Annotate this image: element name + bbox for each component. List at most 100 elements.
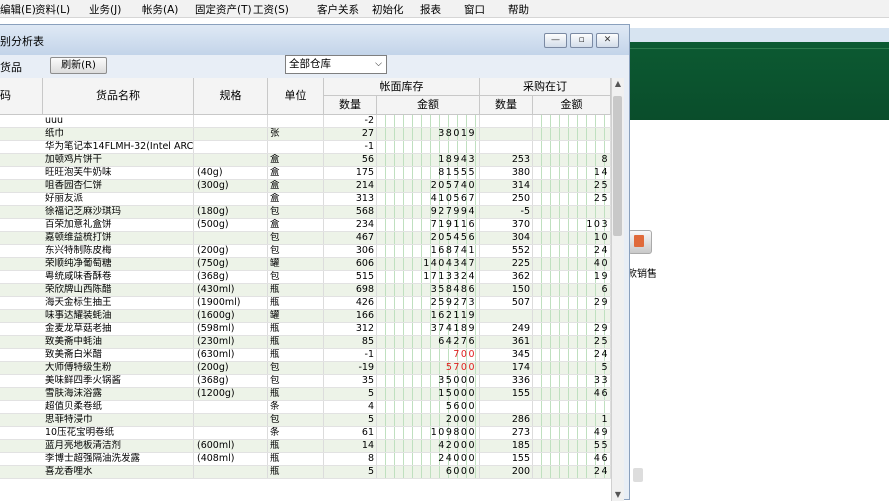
spec-cell: (598ml) xyxy=(194,323,268,335)
menu-initialize[interactable]: 初始化 xyxy=(372,2,404,17)
item-name-cell: 致美斋中蚝油 xyxy=(43,336,194,348)
purchase-qty-cell xyxy=(480,401,533,413)
spec-cell: (230ml) xyxy=(194,336,268,348)
stock-qty-cell: 27 xyxy=(324,128,377,140)
menu-business[interactable]: 业务(J) xyxy=(89,2,121,17)
purchase-amount-cell xyxy=(533,141,611,153)
warehouse-select[interactable]: 全部仓库 ⌵ xyxy=(285,55,387,74)
refresh-button[interactable]: 刷新(R) xyxy=(50,57,107,74)
table-row[interactable]: 致美斋白米醋 (630ml) 瓶 -1 700 345 24 xyxy=(0,349,611,362)
purchase-qty-cell: 361 xyxy=(480,336,533,348)
menu-payroll[interactable]: 工资(S) xyxy=(253,2,289,17)
menu-inventory[interactable]: 帐务(A) xyxy=(142,2,178,17)
table-row[interactable]: 荣顺纯净葡萄糖 (750g) 罐 606 1404347 225 40 xyxy=(0,258,611,271)
desktop-icon-label[interactable]: 款销售 xyxy=(627,265,657,280)
stock-qty-cell: 35 xyxy=(324,375,377,387)
table-row[interactable]: 大师傅特级生粉 (200g) 包 -19 5700 174 5 xyxy=(0,362,611,375)
unit-cell: 张 xyxy=(268,128,324,140)
table-row[interactable]: 粤统咸味香酥卷 (368g) 包 515 1713324 362 19 xyxy=(0,271,611,284)
spec-cell xyxy=(194,141,268,153)
purchase-qty-cell: 155 xyxy=(480,388,533,400)
vertical-scrollbar[interactable]: ▲ ▼ xyxy=(611,78,624,501)
table-row[interactable]: 蓝月亮地板清洁剂 (600ml) 瓶 14 42000 185 55 xyxy=(0,440,611,453)
menu-window[interactable]: 窗口 xyxy=(464,2,485,17)
stock-qty-cell: 85 xyxy=(324,336,377,348)
item-name-cell: 荣顺纯净葡萄糖 xyxy=(43,258,194,270)
minimize-button[interactable]: — xyxy=(544,33,567,48)
col-purchase-qty[interactable]: 数量 xyxy=(480,96,533,114)
unit-cell xyxy=(268,141,324,153)
purchase-amount-cell: 14 xyxy=(533,167,611,179)
table-row[interactable]: 好丽友派 盒 313 410567 250 25 xyxy=(0,193,611,206)
col-name[interactable]: 货品名称 xyxy=(43,78,194,114)
table-row[interactable]: 纸巾 张 27 38019 xyxy=(0,128,611,141)
table-row[interactable]: 东兴特制陈皮梅 (200g) 包 306 168741 552 24 xyxy=(0,245,611,258)
purchase-qty-cell xyxy=(480,141,533,153)
stock-amount-cell: 42000 xyxy=(377,440,480,452)
sales-app-icon[interactable] xyxy=(628,230,652,254)
table-row[interactable]: 思菲特浸巾 包 5 2000 286 1 xyxy=(0,414,611,427)
purchase-amount-cell: 24 xyxy=(533,349,611,361)
col-amount[interactable]: 金额 xyxy=(377,96,480,114)
table-row[interactable]: uuu -2 xyxy=(0,115,611,128)
purchase-amount-cell: 40 xyxy=(533,258,611,270)
purchase-amount-cell: 19 xyxy=(533,271,611,283)
col-qty[interactable]: 数量 xyxy=(324,96,377,114)
unit-cell: 条 xyxy=(268,401,324,413)
unit-cell: 条 xyxy=(268,427,324,439)
purchase-qty-cell xyxy=(480,115,533,127)
stock-qty-cell: 515 xyxy=(324,271,377,283)
menu-crm[interactable]: 客户关系 xyxy=(317,2,359,17)
unit-cell: 盒 xyxy=(268,193,324,205)
table-row[interactable]: 李博士超强隔油洗发露 (408ml) 瓶 8 24000 155 46 xyxy=(0,453,611,466)
table-row[interactable]: 荣欣牌山西陈醋 (430ml) 瓶 698 358486 150 6 xyxy=(0,284,611,297)
table-row[interactable]: 10压花宝明卷纸 条 61 109800 273 49 xyxy=(0,427,611,440)
unit-cell: 盒 xyxy=(268,167,324,179)
table-row[interactable]: 喜龙香哩水 瓶 5 6000 200 24 xyxy=(0,466,611,479)
table-row[interactable]: 嘉顿维益梳打饼 包 467 205456 304 10 xyxy=(0,232,611,245)
desktop-icon[interactable] xyxy=(633,468,643,482)
table-row[interactable]: 百荣加意礼盒饼 (500g) 盒 234 719116 370 103 xyxy=(0,219,611,232)
purchase-amount-cell: 33 xyxy=(533,375,611,387)
scroll-up-icon[interactable]: ▲ xyxy=(612,78,624,90)
unit-cell: 包 xyxy=(268,271,324,283)
col-code[interactable]: 码 xyxy=(0,78,43,114)
stock-amount-cell: 81555 xyxy=(377,167,480,179)
close-button[interactable]: ✕ xyxy=(596,33,619,48)
table-row[interactable]: 致美斋中蚝油 (230ml) 瓶 85 64276 361 25 xyxy=(0,336,611,349)
table-row[interactable]: 味事达耀装蚝油 (1600g) 罐 166 162119 xyxy=(0,310,611,323)
purchase-amount-cell: 25 xyxy=(533,180,611,192)
purchase-qty-cell: 155 xyxy=(480,453,533,465)
scroll-thumb[interactable] xyxy=(613,96,622,236)
item-name-cell: 荣欣牌山西陈醋 xyxy=(43,284,194,296)
table-row[interactable]: 咀香园杏仁饼 (300g) 盒 214 205740 314 25 xyxy=(0,180,611,193)
spec-cell: (750g) xyxy=(194,258,268,270)
col-spec[interactable]: 规格 xyxy=(194,78,268,114)
scroll-down-icon[interactable]: ▼ xyxy=(612,489,624,501)
purchase-qty-cell: 253 xyxy=(480,154,533,166)
spec-cell xyxy=(194,401,268,413)
table-row[interactable]: 海天金标生抽王 (1900ml) 瓶 426 259273 507 29 xyxy=(0,297,611,310)
table-row[interactable]: 雪肤海沫浴露 (1200g) 瓶 5 15000 155 46 xyxy=(0,388,611,401)
purchase-qty-cell: 304 xyxy=(480,232,533,244)
restore-button[interactable]: ▫ xyxy=(570,33,593,48)
table-row[interactable]: 超值贝柔卷纸 条 4 5600 xyxy=(0,401,611,414)
col-unit[interactable]: 单位 xyxy=(268,78,324,114)
menu-data[interactable]: 资料(L) xyxy=(35,2,70,17)
col-purchase-amount[interactable]: 金额 xyxy=(533,96,611,114)
stock-qty-cell: 4 xyxy=(324,401,377,413)
menu-fixed-assets[interactable]: 固定资产(T) xyxy=(195,2,252,17)
table-row[interactable]: 华为笔记本14FLMH-32(Intel ARC I -1 xyxy=(0,141,611,154)
table-row[interactable]: 旺旺泡芙牛奶味 (40g) 盒 175 81555 380 14 xyxy=(0,167,611,180)
menu-bar: 编辑(E) 资料(L) 业务(J) 帐务(A) 固定资产(T) 工资(S) 客户… xyxy=(0,0,889,18)
window-titlebar[interactable]: 别分析表 — ▫ ✕ xyxy=(0,25,629,55)
table-row[interactable]: 金麦龙草菇老抽 (598ml) 瓶 312 374189 249 29 xyxy=(0,323,611,336)
menu-reports[interactable]: 报表 xyxy=(420,2,441,17)
stock-qty-cell: 175 xyxy=(324,167,377,179)
menu-edit[interactable]: 编辑(E) xyxy=(0,2,36,17)
table-row[interactable]: 美味鲜四季火锅酱 (368g) 包 35 35000 336 33 xyxy=(0,375,611,388)
stock-qty-cell: 5 xyxy=(324,388,377,400)
table-row[interactable]: 加顿鸡片饼干 盒 56 18943 253 8 xyxy=(0,154,611,167)
menu-help[interactable]: 帮助 xyxy=(508,2,529,17)
table-row[interactable]: 徐福记芝麻沙琪玛 (180g) 包 568 927994 -5 xyxy=(0,206,611,219)
